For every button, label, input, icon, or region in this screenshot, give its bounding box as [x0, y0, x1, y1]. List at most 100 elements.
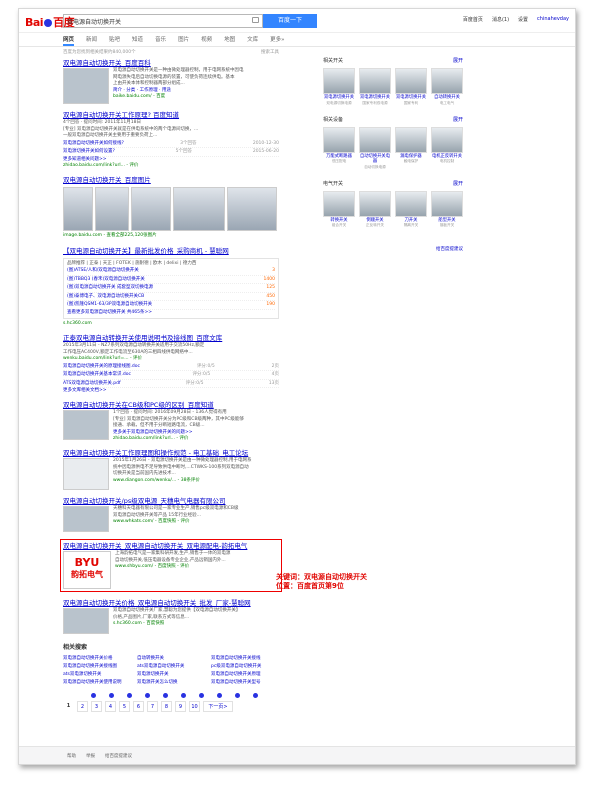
zhidao-question[interactable]: 双电源切换开关如何设置? 5个回答 2015-06-20	[63, 148, 279, 157]
search-button[interactable]: 百度一下	[263, 14, 317, 28]
tab-video[interactable]: 视频	[201, 33, 212, 46]
related-link[interactable]: 双电源自动切换开关原理	[211, 671, 279, 677]
result-thumbnail[interactable]	[63, 68, 109, 104]
company-logo[interactable]: BYU 韵拓电气	[63, 551, 111, 589]
tab-news[interactable]: 新闻	[86, 33, 97, 46]
feedback-link[interactable]: 给百度提建议	[323, 246, 463, 252]
related-link[interactable]: 双电源自动切换开关接线	[211, 655, 279, 661]
sidebar-card[interactable]: 双电源切换开关 双电源切换电源	[323, 68, 355, 106]
result-thumbnail[interactable]	[63, 506, 109, 532]
related-link[interactable]: 双电源开关怎么切换	[137, 679, 205, 685]
sidebar-card[interactable]: 自动切换开关电器 自动切换电源	[359, 126, 391, 170]
result-title[interactable]: 双电源自动切换开关工作原理? 百度知道	[63, 111, 279, 120]
sidebar-card[interactable]: 自动转换开关 电工电气	[431, 68, 463, 106]
image-thumb[interactable]	[173, 187, 225, 231]
page-link[interactable]: 5	[119, 701, 130, 712]
price-row[interactable]: (图)ATSE/人和/双电源自动切换开关 3	[67, 267, 275, 276]
result-title[interactable]: 【双电源自动切换开关】最新批发价格_采购商机 - 慧聪网	[63, 247, 279, 256]
related-link[interactable]: 双电源自动切换开关接线图	[63, 663, 131, 669]
result-title[interactable]: 双电源自动切换开关工作原理图和操作规范 - 电工基础_电工论坛	[63, 449, 279, 458]
page-link[interactable]: 3	[91, 701, 102, 712]
price-row[interactable]: (图)TBBQ3 (春禾)双电源自动切换开关 1400	[67, 276, 275, 284]
related-link[interactable]: 双电源自动切换开关使用说明	[63, 679, 131, 685]
price-row[interactable]: (图)双电源自动切换开关 成套型双切换电源 125	[67, 284, 275, 293]
sidebar-card[interactable]: 双电源切换开关 国家专利双电源	[359, 68, 391, 106]
image-thumb[interactable]	[63, 187, 93, 231]
sidebar-card[interactable]: 转换开关 组合开关	[323, 190, 355, 229]
page-link[interactable]: 2	[77, 701, 88, 712]
related-link[interactable]: pc级双电源自动切换开关	[211, 663, 279, 669]
result-url[interactable]: image.baidu.com - 查看全部225,120张图片	[63, 233, 279, 240]
expand-link[interactable]: 展开	[453, 57, 463, 64]
tab-more[interactable]: 更多»	[270, 33, 284, 46]
tab-images[interactable]: 图片	[178, 33, 189, 46]
result-title[interactable]: 双电源自动切换开关_百度图片	[63, 176, 279, 185]
more-link[interactable]: 查看更多双电源自动切换开关 共465条>>	[67, 310, 275, 316]
tab-web[interactable]: 网页	[63, 33, 75, 46]
search-tools-link[interactable]: 搜索工具	[261, 49, 279, 55]
page-link[interactable]: 6	[133, 701, 144, 712]
result-url[interactable]: baike.baidu.com/ - 百度	[113, 94, 244, 101]
result-url[interactable]: s.hc360.com - 百度快照	[113, 621, 240, 628]
search-input[interactable]: 双电源自动切换开关	[63, 14, 263, 28]
image-thumb[interactable]	[227, 187, 277, 231]
result-title[interactable]: 双电源自动切换开关_百度百科	[63, 59, 279, 68]
toplink-user[interactable]: chinahevday	[537, 16, 569, 23]
expand-link[interactable]: 展开	[453, 180, 463, 187]
next-page-button[interactable]: 下一页>	[203, 701, 233, 712]
doc-row[interactable]: 双电源自动切换开关的原理接线图.doc 评分:0/5 2页	[63, 363, 279, 371]
zhidao-question[interactable]: 双电源自动切换开关如何接线? 3个回答 2010-12-30	[63, 140, 279, 148]
footer-help[interactable]: 帮助	[67, 753, 76, 764]
tab-zhidao[interactable]: 知道	[132, 33, 143, 46]
result-url[interactable]: s.hc360.com	[63, 321, 279, 328]
sidebar-card[interactable]: 倒顺开关 正反转开关	[359, 190, 391, 229]
tab-tieba[interactable]: 贴吧	[109, 33, 120, 46]
sidebar-card[interactable]: 双电源切换开关 国家专利	[395, 68, 427, 106]
result-url[interactable]: www.whkats.com/ - 百度快照 - 评价	[113, 519, 239, 526]
toplink-settings[interactable]: 设置	[518, 16, 528, 23]
result-thumbnail[interactable]	[63, 410, 109, 440]
result-title[interactable]: 双电源自动切换开关/ps级双电源_天穗电气电器有限公司	[63, 497, 279, 506]
related-link[interactable]: ats双电源自动切换开关	[137, 663, 205, 669]
sidebar-card[interactable]: 电机正反转开关 电机控制	[431, 126, 463, 170]
page-link[interactable]: 4	[105, 701, 116, 712]
related-link[interactable]: 双电源自动切换开关型号	[211, 679, 279, 685]
related-link[interactable]: 自动转换开关	[137, 655, 205, 661]
result-title[interactable]: 双电源自动切换开关_双电源自动切换开关_双电源配电-韵拓电气	[63, 542, 279, 551]
footer-report[interactable]: 举报	[86, 753, 95, 764]
toplink-messages[interactable]: 消息(1)	[492, 16, 509, 23]
more-link[interactable]: 更多文库相关文档>>	[63, 388, 279, 394]
doc-row[interactable]: 双电源自动切换开关基本常识.doc 评分:0/5 4页	[63, 371, 279, 380]
related-link[interactable]: 双电源切换开关	[137, 671, 205, 677]
doc-row[interactable]: ATS双电源自动切换开关.pdf 评分:0/5 13页	[63, 380, 279, 388]
related-link[interactable]: 双电源自动切换开关价格	[63, 655, 131, 661]
tab-music[interactable]: 音乐	[155, 33, 166, 46]
footer-feedback[interactable]: 给百度提建议	[105, 753, 132, 764]
page-link[interactable]: 9	[175, 701, 186, 712]
sidebar-card[interactable]: 船型开关 翘板开关	[431, 190, 463, 229]
result-title[interactable]: 正泰双电源自动转换开关使用说明书及接线图_百度文库	[63, 334, 279, 343]
price-row[interactable]: (图)泰博电子、双电源自动切换开关CB 450	[67, 293, 275, 301]
sidebar-card[interactable]: 万能式断路器 低压配电	[323, 126, 355, 170]
tab-wenku[interactable]: 文库	[247, 33, 258, 46]
camera-icon[interactable]	[252, 17, 259, 23]
sidebar-card[interactable]: 漏电保护器 触电保护	[395, 126, 427, 170]
result-url[interactable]: www.shbyu.com/ - 百度快照 - 评价	[115, 564, 230, 571]
result-thumbnail[interactable]	[63, 458, 109, 490]
related-link[interactable]: ats双电源切换开关	[63, 671, 131, 677]
image-thumb[interactable]	[95, 187, 129, 231]
result-title[interactable]: 双电源自动切换开关在CB级和PC级的区别_百度知道	[63, 401, 279, 410]
result-thumbnail[interactable]	[63, 608, 109, 634]
price-row[interactable]: (图)凯隆QSM1-63/3P双电源自动切换开关 190	[67, 301, 275, 310]
page-link[interactable]: 7	[147, 701, 158, 712]
sidebar-card[interactable]: 刀开关 隔离开关	[395, 190, 427, 229]
tab-map[interactable]: 地图	[224, 33, 235, 46]
result-url[interactable]: zhidao.baidu.com/link?url... - 评价	[63, 163, 279, 170]
image-thumb[interactable]	[131, 187, 171, 231]
result-title[interactable]: 双电源自动切换开关价格_双电源自动切换开关_批发_厂家-慧聪网	[63, 599, 279, 608]
page-link[interactable]: 10	[189, 701, 200, 712]
toplink-home[interactable]: 百度首页	[463, 16, 483, 23]
expand-link[interactable]: 展开	[453, 116, 463, 123]
result-url[interactable]: zhidao.baidu.com/link?url... - 评价	[113, 436, 244, 443]
page-link[interactable]: 8	[161, 701, 172, 712]
